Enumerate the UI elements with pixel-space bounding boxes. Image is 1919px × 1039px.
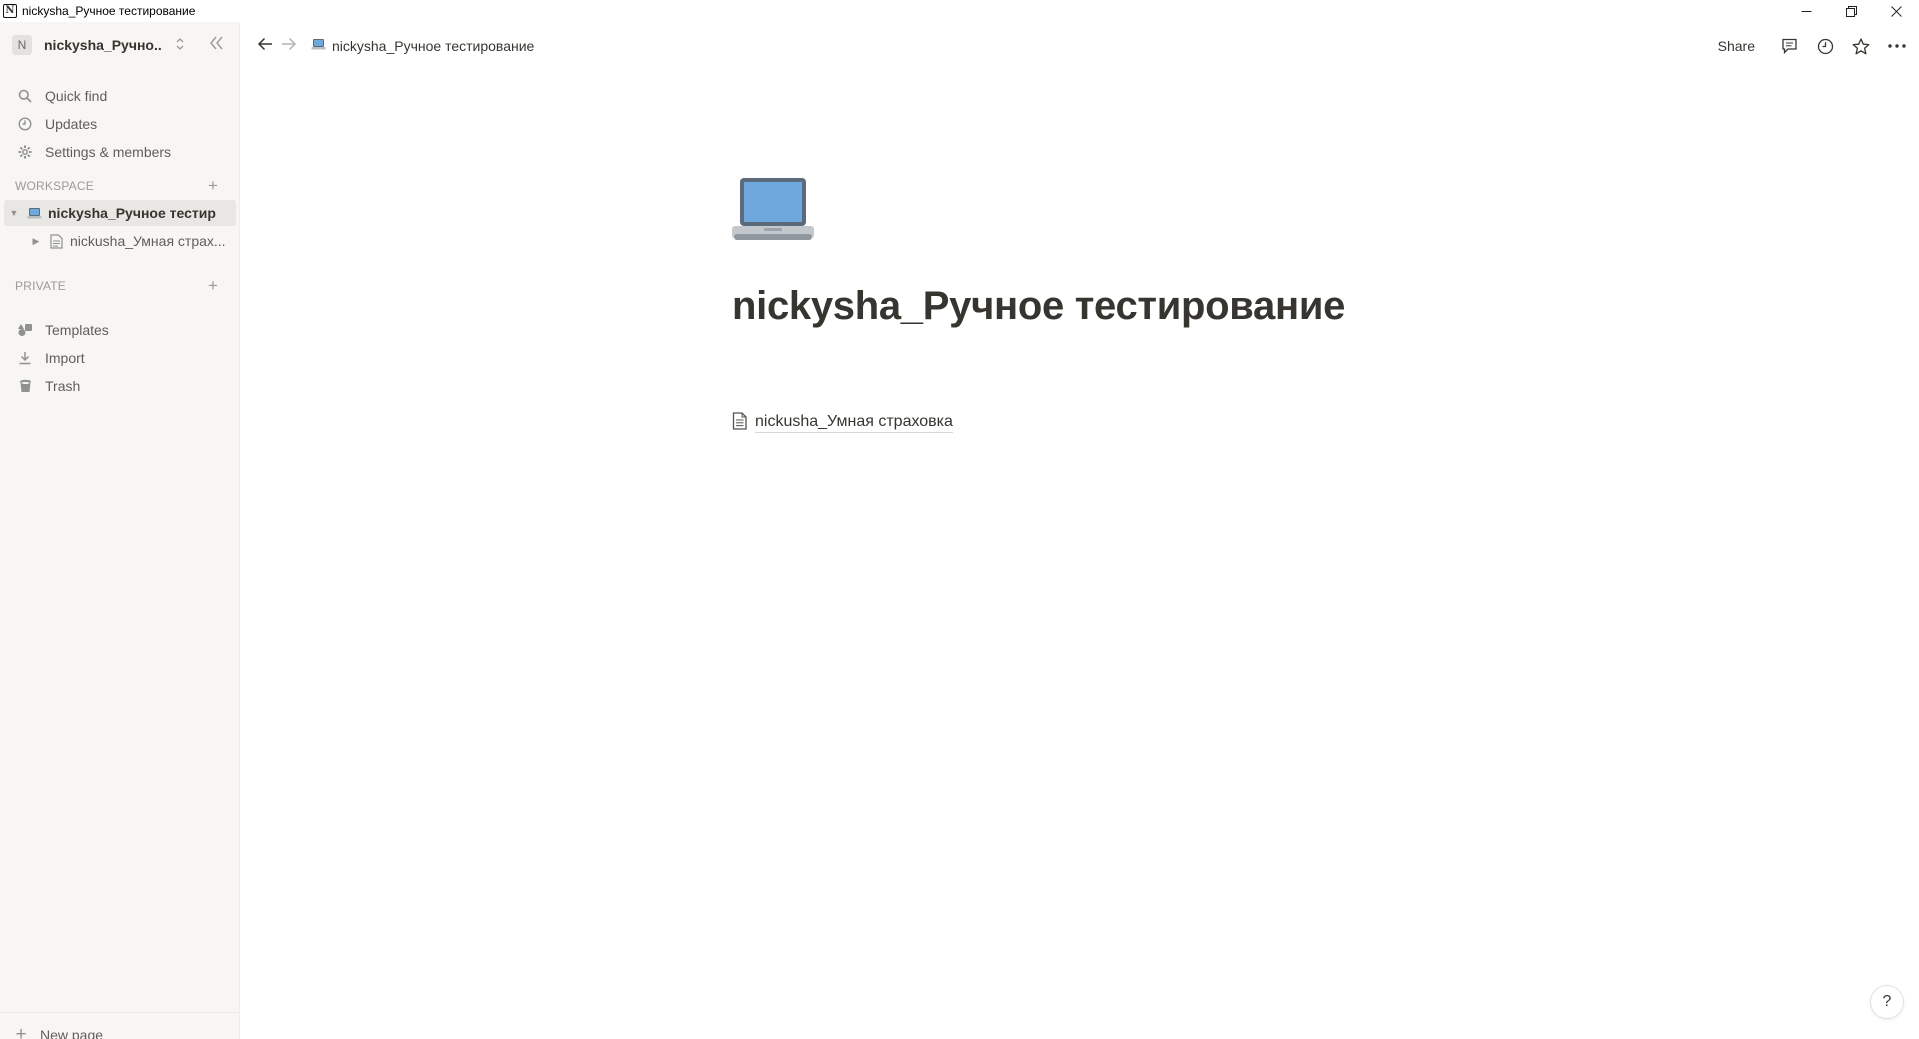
sidebar-page-nickysha[interactable]: ▼ nickysha_Ручное тестир... xyxy=(4,200,236,226)
workspace-avatar: N xyxy=(12,35,32,55)
clock-icon xyxy=(17,116,33,132)
sidebar: N nickysha_Ручно... Quick find Updates S… xyxy=(0,22,240,1039)
private-section-label[interactable]: PRIVATE xyxy=(15,279,66,293)
trash-icon xyxy=(17,378,33,394)
subpage-link-label: nickusha_Умная страховка xyxy=(755,413,953,433)
laptop-icon xyxy=(26,205,42,221)
more-options-icon[interactable] xyxy=(1879,32,1915,60)
restore-icon[interactable] xyxy=(1829,0,1874,22)
sidebar-item-label: Import xyxy=(45,350,85,366)
chevron-up-down-icon xyxy=(174,37,186,53)
import-icon xyxy=(17,350,33,366)
minimize-icon[interactable] xyxy=(1784,0,1829,22)
notion-app-icon: N xyxy=(3,4,17,18)
templates-icon xyxy=(17,322,33,338)
close-icon[interactable] xyxy=(1874,0,1919,22)
subpage-link[interactable]: nickusha_Умная страховка xyxy=(732,410,953,436)
page-title[interactable]: nickysha_Ручное тестирование xyxy=(732,284,1345,329)
breadcrumb[interactable]: nickysha_Ручное тестирование xyxy=(311,38,534,54)
sidebar-item-label: Trash xyxy=(45,378,81,394)
sidebar-item-settings[interactable]: Settings & members xyxy=(0,139,240,165)
gear-icon xyxy=(17,144,33,160)
page-icon xyxy=(48,233,64,249)
sidebar-page-label: nickusha_Умная страх... xyxy=(70,233,226,249)
add-private-page-icon[interactable]: + xyxy=(208,277,218,294)
breadcrumb-label: nickysha_Ручное тестирование xyxy=(332,38,535,54)
workspace-name: nickysha_Ручно... xyxy=(44,37,162,53)
sidebar-page-label: nickysha_Ручное тестир... xyxy=(48,205,216,221)
sidebar-item-label: Templates xyxy=(45,322,109,338)
toggle-expanded-icon[interactable]: ▼ xyxy=(8,208,20,218)
top-actions: Share xyxy=(1718,22,1919,70)
add-workspace-page-icon[interactable]: + xyxy=(208,177,218,194)
sidebar-item-label: Updates xyxy=(45,116,98,132)
sidebar-item-quick-find[interactable]: Quick find xyxy=(0,83,240,109)
topbar: nickysha_Ручное тестирование Share xyxy=(241,22,1919,70)
collapse-sidebar-icon[interactable] xyxy=(205,35,229,53)
page-icon xyxy=(732,411,747,435)
toggle-collapsed-icon[interactable]: ▶ xyxy=(30,236,42,247)
sidebar-item-trash[interactable]: Trash xyxy=(0,373,240,399)
window-title: nickysha_Ручное тестирование xyxy=(22,4,196,18)
window-titlebar: N nickysha_Ручное тестирование xyxy=(0,0,1919,22)
star-icon[interactable] xyxy=(1843,32,1879,60)
workspace-section-label[interactable]: WORKSPACE xyxy=(15,179,94,193)
back-arrow-icon[interactable] xyxy=(253,36,277,56)
forward-arrow-icon[interactable] xyxy=(277,36,301,56)
laptop-icon xyxy=(311,38,326,54)
comment-icon[interactable] xyxy=(1771,32,1807,60)
workspace-switcher[interactable]: N nickysha_Ручно... xyxy=(12,34,232,56)
sidebar-page-nickusha[interactable]: ▶ nickusha_Умная страх... xyxy=(4,228,236,254)
sidebar-item-label: Quick find xyxy=(45,88,108,104)
new-page-button[interactable]: + New page xyxy=(0,1012,240,1039)
plus-icon: + xyxy=(15,1024,27,1039)
window-controls xyxy=(1784,0,1919,22)
sidebar-item-updates[interactable]: Updates xyxy=(0,111,240,137)
help-button[interactable]: ? xyxy=(1870,985,1904,1019)
sidebar-item-templates[interactable]: Templates xyxy=(0,317,240,343)
sidebar-item-import[interactable]: Import xyxy=(0,345,240,371)
sidebar-item-label: Settings & members xyxy=(45,144,172,160)
share-button[interactable]: Share xyxy=(1718,38,1755,54)
history-clock-icon[interactable] xyxy=(1807,32,1843,60)
search-icon xyxy=(17,88,33,104)
new-page-label: New page xyxy=(40,1027,104,1039)
page-laptop-icon[interactable] xyxy=(732,174,814,248)
